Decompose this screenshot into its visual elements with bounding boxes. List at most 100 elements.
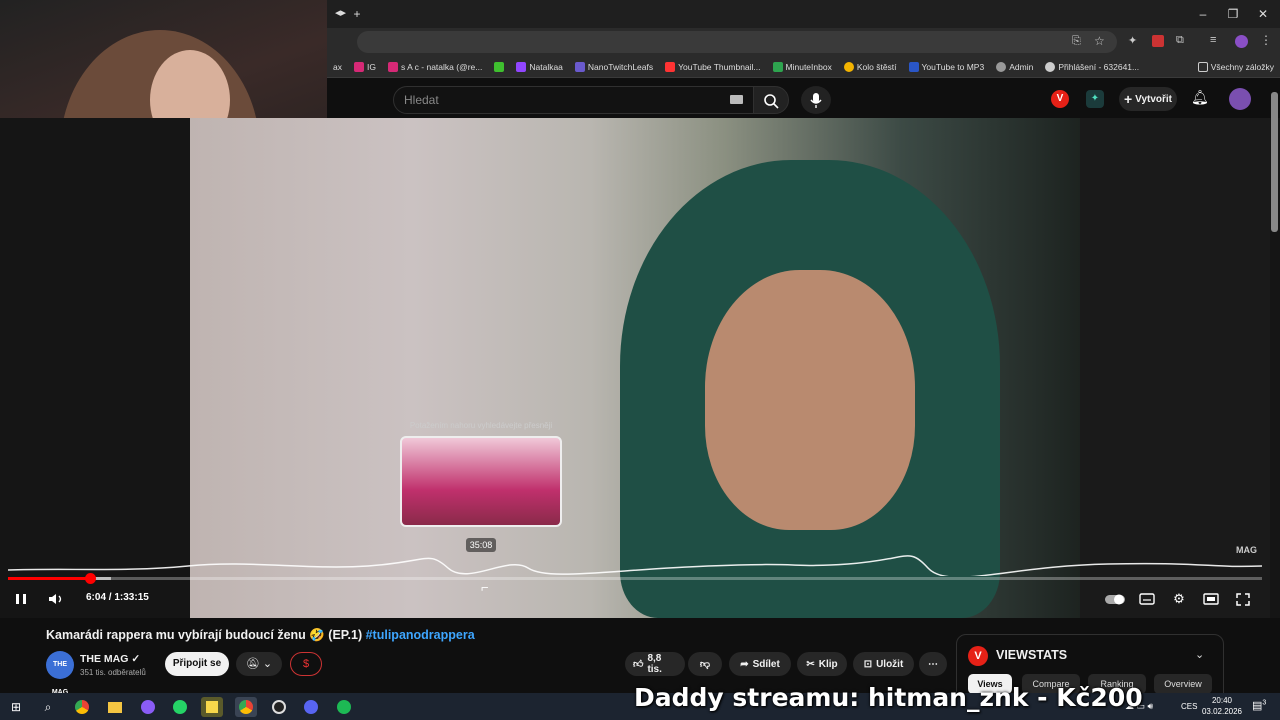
- chrome-icon: [239, 700, 253, 714]
- search-button[interactable]: [753, 86, 789, 114]
- like-button[interactable]: 👍︎ 8,8 tis.: [625, 652, 685, 676]
- reading-list-icon[interactable]: ≡: [1210, 34, 1216, 46]
- bookmark-7[interactable]: MinuteInbox: [767, 61, 838, 72]
- leaf-icon: [574, 61, 585, 72]
- seek-preview-hint: Potažením nahoru vyhledávejte přesněji: [409, 421, 553, 430]
- bookmark-1[interactable]: IG: [348, 61, 382, 72]
- notification-center-icon[interactable]: ▤3: [1252, 699, 1266, 712]
- bookmark-0[interactable]: ax: [327, 62, 348, 72]
- create-button[interactable]: + Vytvořit: [1119, 87, 1177, 111]
- keyboard-icon[interactable]: [730, 95, 743, 104]
- taskbar-chrome[interactable]: [71, 697, 93, 717]
- notifications-bell-icon[interactable]: 🔔︎: [1191, 89, 1209, 106]
- page-scrollbar[interactable]: [1271, 92, 1278, 232]
- audio-waveform-overlay: [8, 555, 1262, 576]
- clip-button[interactable]: ✂ Klip: [797, 652, 847, 676]
- taskbar-explorer[interactable]: [104, 697, 126, 717]
- extension-red-icon[interactable]: [1152, 35, 1164, 47]
- hashtag-link[interactable]: #tulipanodrappera: [366, 628, 475, 642]
- minimize-window-button[interactable]: –: [1193, 4, 1213, 24]
- pause-button[interactable]: [12, 590, 30, 608]
- save-button[interactable]: ⊡ Uložit: [853, 652, 914, 676]
- bookmark-2[interactable]: s A c - natalka (@re...: [382, 61, 488, 72]
- taskbar-obs[interactable]: [268, 697, 290, 717]
- progress-bar-scrubber[interactable]: [84, 573, 96, 584]
- settings-button[interactable]: ⚙: [1169, 590, 1189, 608]
- sticky-notes-icon: [206, 701, 218, 713]
- bell-off-icon: 🔕︎: [245, 658, 260, 670]
- chevron-down-icon: ⌄: [262, 658, 273, 670]
- discord-icon: [304, 700, 318, 714]
- install-app-icon[interactable]: ⎘: [1072, 35, 1081, 48]
- close-window-button[interactable]: ✕: [1253, 4, 1273, 24]
- subscribe-button[interactable]: Připojit se: [165, 652, 229, 676]
- extension-icon[interactable]: ✦: [1128, 34, 1137, 47]
- fullscreen-icon: [1236, 593, 1250, 606]
- browser-menu-icon[interactable]: ⋮: [1260, 33, 1272, 47]
- tab-scroll-icon[interactable]: ◂▸: [335, 6, 346, 19]
- start-button[interactable]: ⊞: [5, 697, 27, 717]
- time-display: 6:04 / 1:33:15: [86, 592, 149, 603]
- twitch-icon: [516, 61, 527, 72]
- share-button[interactable]: ➦ Sdílet: [729, 652, 791, 676]
- video-subject-face: [705, 270, 915, 530]
- address-bar[interactable]: [357, 31, 1117, 53]
- chrome-icon: [75, 700, 89, 714]
- language-indicator[interactable]: CES: [1181, 702, 1197, 711]
- channel-name[interactable]: THE MAG ✓: [80, 653, 140, 665]
- taskbar-messenger[interactable]: [137, 697, 159, 717]
- taskbar-spotify[interactable]: [333, 697, 355, 717]
- taskbar-discord[interactable]: [300, 697, 322, 717]
- taskbar-search-button[interactable]: ⌕: [37, 697, 59, 717]
- obs-icon: [272, 700, 286, 714]
- gear-icon: ⚙: [1173, 591, 1185, 606]
- fullscreen-button[interactable]: [1233, 590, 1253, 608]
- voice-search-button[interactable]: [801, 86, 831, 114]
- bookmark-11[interactable]: Přihlášení - 632641...: [1039, 61, 1145, 72]
- search-icon: [764, 94, 779, 109]
- bookmark-9[interactable]: YouTube to MP3: [903, 61, 991, 72]
- theater-mode-icon: [1203, 593, 1219, 605]
- youtube-icon: [665, 61, 676, 72]
- autoplay-toggle[interactable]: [1104, 590, 1126, 608]
- taskbar-whatsapp[interactable]: [169, 697, 191, 717]
- bookmark-4[interactable]: Natalkaa: [510, 61, 569, 72]
- search-input[interactable]: Hledat: [393, 86, 755, 114]
- taskbar-clock[interactable]: 20:40 03.02.2026: [1200, 695, 1244, 717]
- stream-donation-overlay: Daddy streamu: hitman_znk - Kč200: [634, 683, 1143, 712]
- collapse-chevron-icon[interactable]: ⌄: [1195, 648, 1204, 661]
- bookmark-5[interactable]: NanoTwitchLeafs: [569, 61, 659, 72]
- bookmark-star-icon[interactable]: ☆: [1094, 34, 1105, 48]
- restore-window-button[interactable]: ❐: [1223, 4, 1243, 24]
- viewstats-title: VIEWSTATS: [996, 648, 1068, 662]
- notification-settings-button[interactable]: 🔕︎ ⌄: [236, 652, 282, 676]
- taskbar-chrome-profile[interactable]: [235, 697, 257, 717]
- join-membership-button[interactable]: $: [290, 652, 322, 676]
- volume-button[interactable]: [46, 590, 66, 608]
- progress-bar-track[interactable]: [8, 577, 1262, 580]
- save-icon: ⊡: [863, 658, 873, 670]
- kick-icon: [494, 61, 505, 72]
- extension-spark-icon[interactable]: ✦: [1086, 90, 1104, 108]
- channel-avatar[interactable]: THE MAG: [46, 651, 74, 696]
- subtitles-icon: [1139, 593, 1155, 605]
- all-bookmarks[interactable]: Všechny záložky: [1192, 61, 1280, 72]
- more-actions-button[interactable]: ⋯: [919, 652, 947, 676]
- dislike-button[interactable]: 👎︎: [688, 652, 722, 676]
- new-tab-button[interactable]: +: [349, 6, 365, 22]
- taskbar-sticky-notes[interactable]: [201, 697, 223, 717]
- subtitles-button[interactable]: [1137, 590, 1157, 608]
- channel-watermark[interactable]: MAG: [1236, 545, 1257, 555]
- viewstats-tab-overview[interactable]: Overview: [1154, 674, 1212, 694]
- admin-icon: [996, 61, 1007, 72]
- bookmark-6[interactable]: YouTube Thumbnail...: [659, 61, 766, 72]
- profile-avatar-icon[interactable]: [1235, 35, 1248, 48]
- theater-mode-button[interactable]: [1201, 590, 1221, 608]
- bookmark-10[interactable]: Admin: [990, 61, 1039, 72]
- bookmark-3[interactable]: [488, 61, 510, 72]
- account-avatar[interactable]: [1229, 88, 1251, 110]
- progress-bar-played: [8, 577, 90, 580]
- extensions-puzzle-icon[interactable]: ⧉: [1176, 34, 1184, 47]
- viewstats-extension-icon[interactable]: V: [1051, 90, 1069, 108]
- bookmark-8[interactable]: Kolo štěstí: [838, 61, 903, 72]
